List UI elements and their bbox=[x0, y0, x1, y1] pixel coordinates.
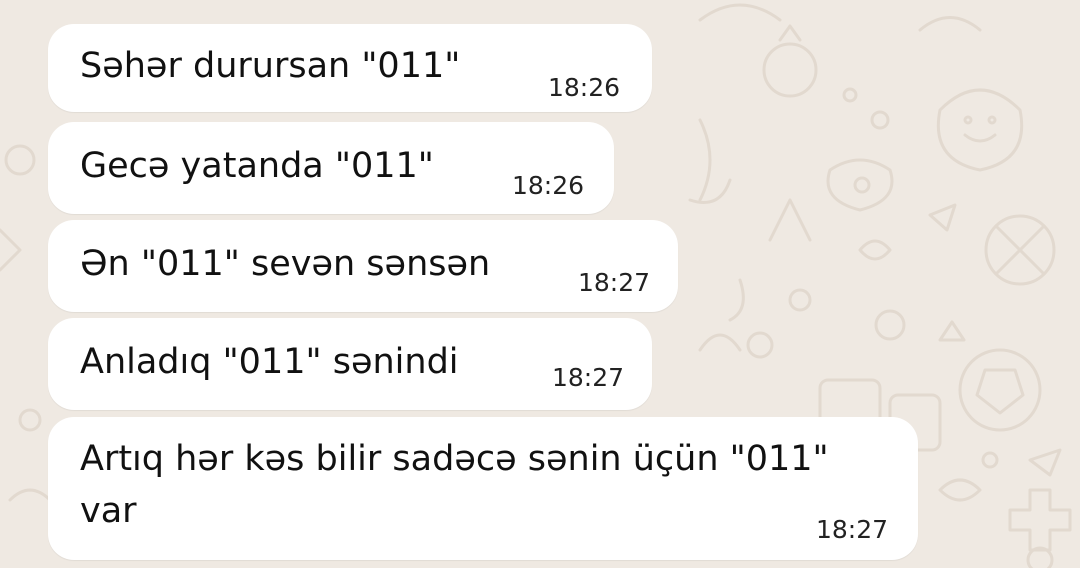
message-time: 18:27 bbox=[552, 363, 625, 392]
message-bubble[interactable]: Gecə yatanda "011" 18:26 bbox=[48, 122, 614, 214]
message-text: Gecə yatanda "011" bbox=[80, 146, 434, 186]
message-text: Anladıq "011" sənindi bbox=[80, 342, 459, 382]
message-bubble[interactable]: Anladıq "011" sənindi 18:27 bbox=[48, 318, 652, 410]
message-bubble[interactable]: Səhər durursan "011" 18:26 bbox=[48, 24, 652, 112]
message-time: 18:26 bbox=[512, 171, 585, 200]
message-bubble[interactable]: Artıq hər kəs bilir sadəcə sənin üçün "0… bbox=[48, 417, 918, 560]
message-time: 18:26 bbox=[548, 73, 621, 102]
message-text: Səhər durursan "011" bbox=[80, 46, 461, 86]
message-bubble[interactable]: Ən "011" sevən sənsən 18:27 bbox=[48, 220, 678, 312]
message-time: 18:27 bbox=[578, 268, 651, 297]
message-list: Səhər durursan "011" 18:26 Gecə yatanda … bbox=[0, 0, 1080, 568]
message-text: Artıq hər kəs bilir sadəcə sənin üçün "0… bbox=[80, 439, 829, 531]
message-time: 18:27 bbox=[816, 515, 889, 544]
message-text: Ən "011" sevən sənsən bbox=[80, 244, 491, 284]
